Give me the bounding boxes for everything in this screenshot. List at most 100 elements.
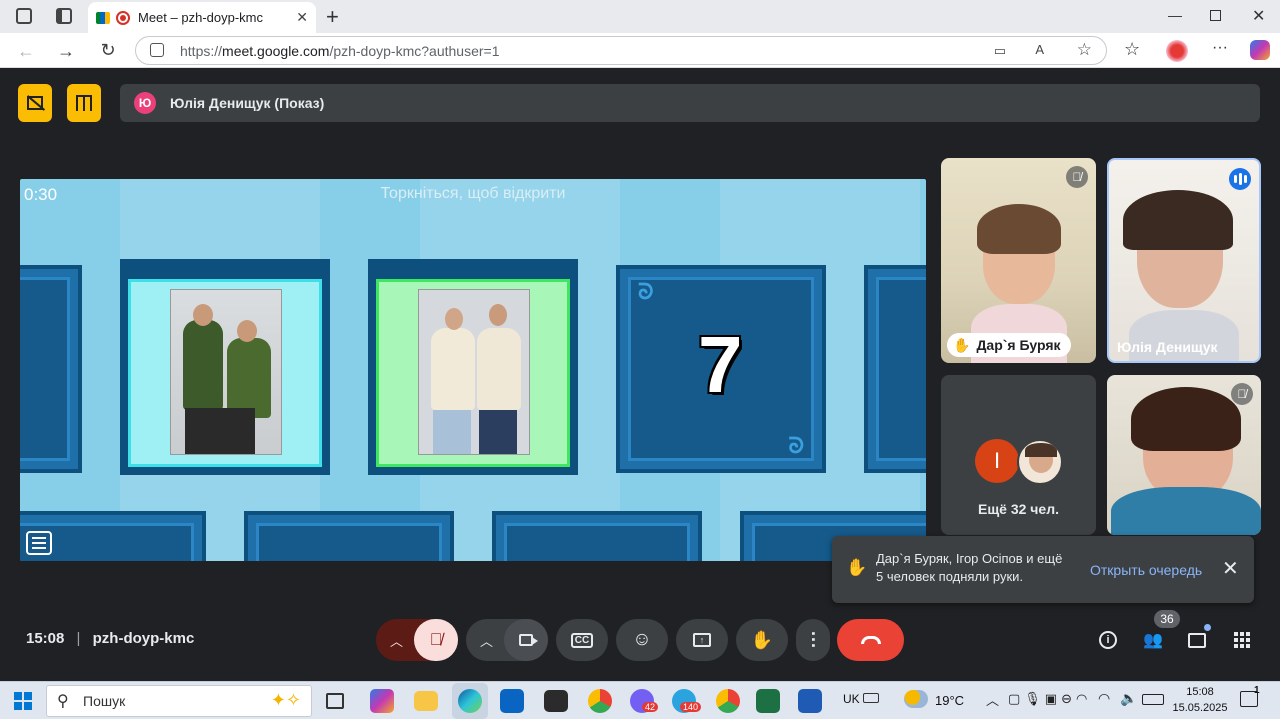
taskbar-clock[interactable]: 15:08 15.05.2025 — [1172, 684, 1228, 716]
captions-button[interactable]: CC — [556, 619, 608, 661]
tray-chevron-icon[interactable]: ︿ — [986, 690, 999, 709]
reload-icon[interactable]: ↻ — [98, 40, 118, 60]
reactions-button[interactable]: ☺ — [616, 619, 668, 661]
tab-actions-icon[interactable] — [56, 8, 72, 24]
present-button[interactable]: ↑ — [676, 619, 728, 661]
url-path: /pzh-doyp-kmc?authuser=1 — [329, 42, 500, 59]
meeting-code: pzh-doyp-kmc — [92, 630, 195, 647]
url-field[interactable]: https://meet.google.com/pzh-doyp-kmc?aut… — [135, 36, 1107, 65]
meeting-time: 15:08 — [26, 630, 65, 647]
store-icon[interactable] — [544, 690, 568, 712]
captions-icon: CC — [570, 632, 594, 648]
back-icon[interactable]: ← — [16, 41, 36, 61]
close-toast-icon[interactable]: ✕ — [1222, 556, 1239, 581]
clock-date: 15.05.2025 — [1172, 702, 1228, 714]
people-icon[interactable]: 👥 — [1141, 628, 1165, 652]
word-icon[interactable] — [798, 689, 822, 713]
others-tile[interactable]: І Ещё 32 чел. — [941, 375, 1096, 535]
site-info-icon[interactable] — [150, 43, 164, 57]
stop-presentation-button[interactable] — [18, 84, 52, 122]
task-view-icon[interactable] — [326, 693, 344, 709]
excel-icon[interactable] — [756, 689, 780, 713]
card-revealed-2[interactable] — [368, 271, 578, 475]
card-frame[interactable] — [864, 265, 926, 473]
address-bar-row: ← → ↻ https://meet.google.com/pzh-doyp-k… — [0, 33, 1280, 68]
toast-message: Дар`я Буряк, Ігор Осіпов и ещё 5 человек… — [876, 551, 1063, 584]
other-avatar-photo — [1017, 439, 1063, 485]
mic-group: ︿ 🎙̸ — [376, 619, 458, 661]
favorite-star-icon[interactable]: ☆ — [1077, 40, 1092, 60]
weather-icon[interactable] — [904, 690, 928, 708]
speaking-indicator-icon — [1229, 168, 1251, 190]
favorites-icon[interactable]: ☆ — [1124, 39, 1140, 60]
activities-icon[interactable] — [1230, 628, 1254, 652]
read-aloud-icon[interactable]: A — [1035, 42, 1044, 57]
presentation-off-icon — [26, 95, 46, 111]
file-explorer-icon[interactable] — [414, 691, 438, 711]
raise-hand-button[interactable]: ✋ — [736, 619, 788, 661]
start-icon[interactable] — [14, 692, 32, 710]
tab-meet[interactable]: Meet – pzh-doyp-kmc ✕ — [88, 2, 316, 33]
card-revealed-1[interactable] — [120, 271, 330, 475]
hang-up-icon — [860, 636, 881, 644]
camera-button[interactable] — [504, 619, 548, 661]
telegram-badge: 140 — [680, 702, 702, 712]
hand-icon: ✋ — [750, 629, 774, 650]
keyboard-icon[interactable] — [863, 693, 879, 703]
pin-presentation-button[interactable] — [67, 84, 101, 122]
volume-icon[interactable]: 🔈 — [1120, 690, 1137, 707]
new-tab-icon[interactable]: + — [326, 4, 339, 30]
copilot-icon[interactable] — [1250, 40, 1270, 60]
chrome-icon[interactable] — [588, 689, 612, 713]
other-avatar: І — [975, 439, 1019, 483]
others-count-label: Ещё 32 чел. — [978, 501, 1059, 517]
forward-icon[interactable]: → — [56, 41, 76, 61]
minimize-icon[interactable]: — — [1168, 7, 1182, 23]
mic-off-button[interactable]: 🎙̸ — [414, 619, 458, 661]
present-screen-icon: ↑ — [693, 633, 711, 647]
close-window-icon[interactable]: ✕ — [1252, 6, 1265, 26]
close-tab-icon[interactable]: ✕ — [296, 9, 308, 26]
more-icon[interactable]: ··· — [1212, 39, 1228, 57]
more-vert-icon: ··· — [803, 631, 823, 649]
card-number[interactable]: ᘐ ᘐ 7 — [616, 265, 826, 473]
taskbar-search[interactable]: ⚲ Пошук ✦✧ — [46, 685, 312, 717]
outlook-icon[interactable] — [500, 689, 524, 713]
shared-screen[interactable]: 0:30 Торкніться, щоб відкрити ᘐ ᘐ 7 — [20, 179, 926, 561]
card-frame[interactable] — [244, 511, 454, 561]
raised-hands-toast: ✋ Дар`я Буряк, Ігор Осіпов и ещё 5 челов… — [832, 536, 1254, 603]
camera-permission-icon[interactable]: ▭ — [994, 43, 1006, 59]
end-call-button[interactable] — [837, 619, 904, 661]
edge-icon[interactable] — [452, 683, 488, 719]
participant-name-pill: ✋ Дар`я Буряк — [947, 333, 1071, 357]
card-frame[interactable] — [20, 265, 82, 473]
meeting-info: 15:08 | pzh-doyp-kmc — [26, 630, 195, 647]
meet-window: Ю Юлія Денищук (Показ) 0:30 Торкніться, … — [4, 68, 1276, 678]
workspaces-icon[interactable] — [16, 8, 32, 24]
more-options-button[interactable]: ··· — [796, 619, 830, 661]
battery-icon[interactable] — [1142, 694, 1164, 705]
emoji-icon: ☺ — [632, 629, 652, 650]
language-indicator[interactable]: UK — [843, 692, 860, 706]
audio-options-icon[interactable]: ︿ — [390, 631, 403, 650]
search-highlight-icon: ✦✧ — [270, 690, 301, 710]
tab-title: Meet – pzh-doyp-kmc — [138, 10, 263, 25]
maximize-icon[interactable] — [1210, 10, 1221, 21]
open-queue-link[interactable]: Открыть очередь — [1090, 562, 1202, 578]
presenter-bar: Ю Юлія Денищук (Показ) — [120, 84, 1260, 122]
card-frame[interactable] — [492, 511, 702, 561]
participant-tile-2[interactable]: Юлія Денищук — [1107, 158, 1261, 363]
chrome-profile-icon[interactable] — [716, 689, 740, 713]
video-options-icon[interactable]: ︿ — [480, 631, 493, 650]
couple-photo-embroidered — [418, 289, 530, 455]
wifi-icon[interactable]: ◠ — [1098, 690, 1110, 707]
participant-tile-3[interactable]: 🎙̸ — [1107, 375, 1261, 535]
tray-status-icons[interactable]: ▢🎙▣⊖◠ — [1008, 691, 1091, 707]
game-menu-icon[interactable] — [26, 531, 52, 555]
chat-icon[interactable] — [1185, 624, 1211, 652]
profile-avatar[interactable] — [1166, 40, 1188, 62]
meeting-details-icon[interactable]: i — [1096, 628, 1120, 652]
url-prefix: https:// — [180, 42, 223, 59]
copilot-app-icon[interactable] — [370, 689, 394, 713]
participant-tile-1[interactable]: 🎙̸ ✋ Дар`я Буряк — [941, 158, 1096, 363]
